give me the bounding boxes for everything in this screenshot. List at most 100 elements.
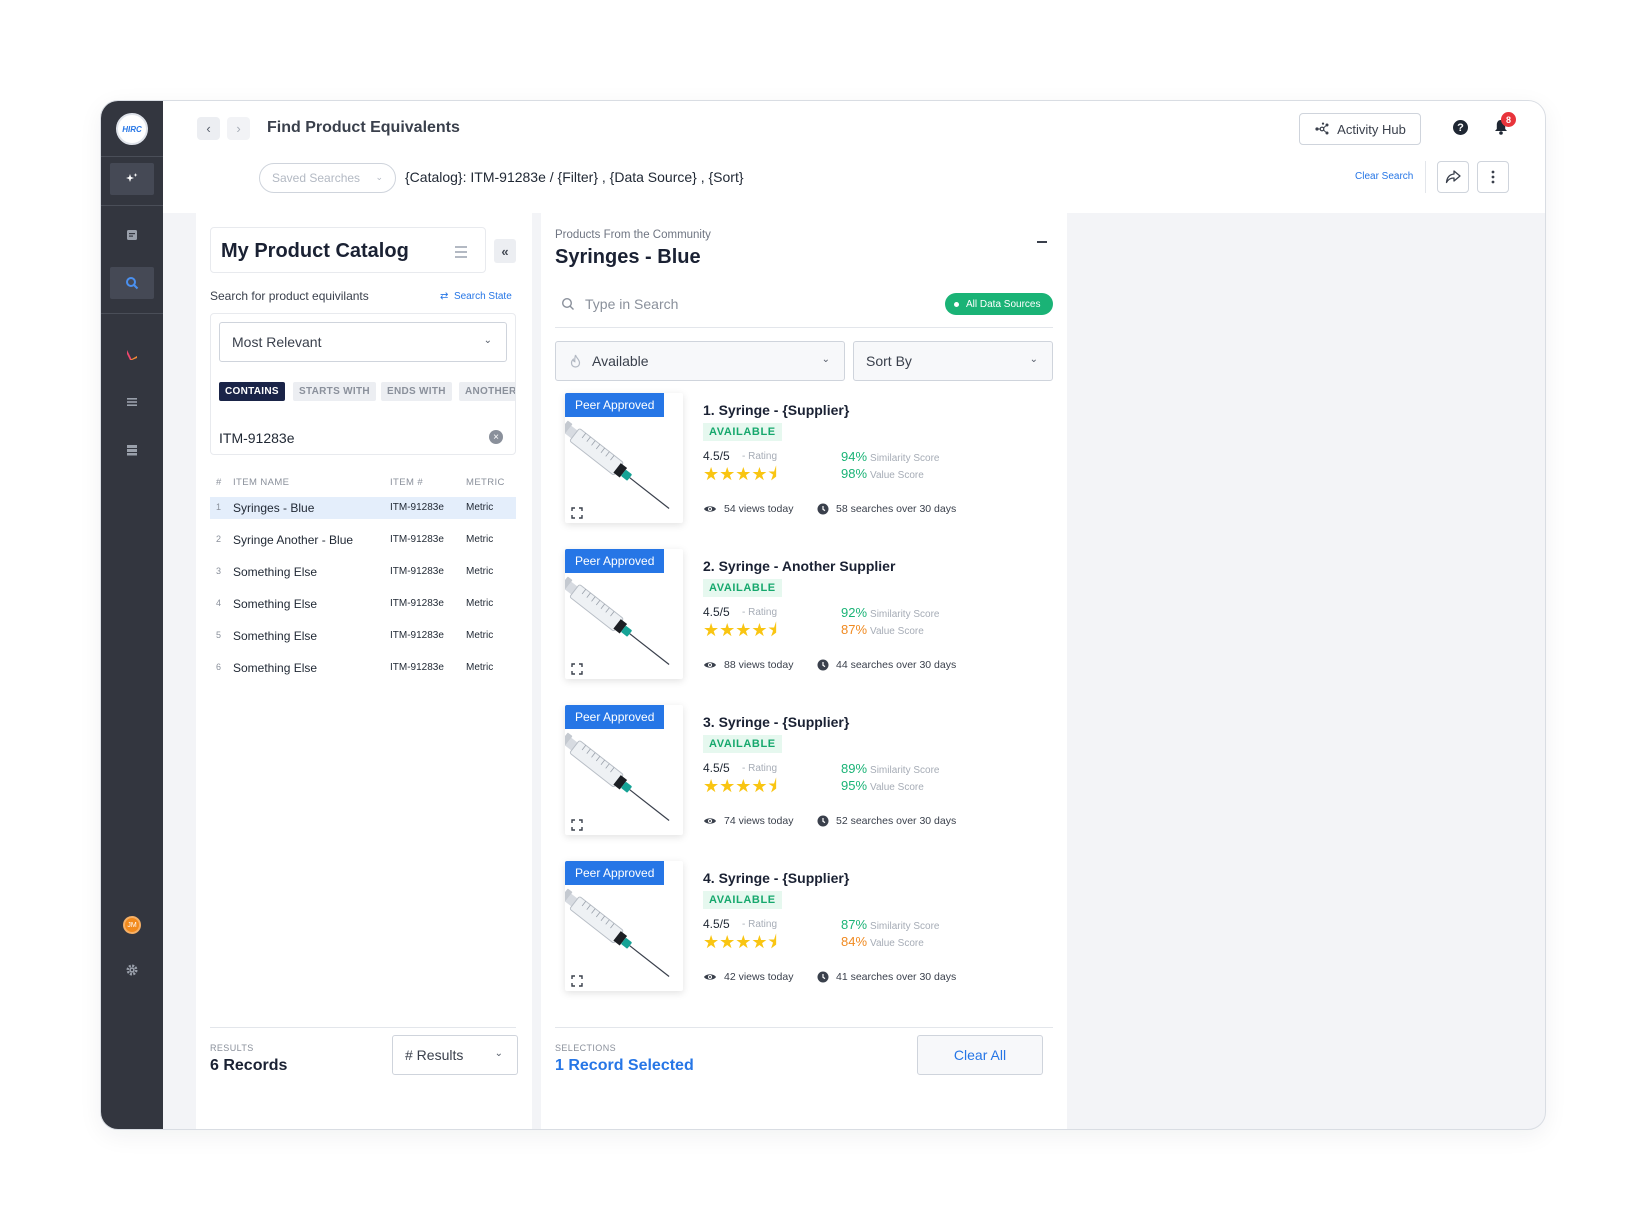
table-row[interactable]: 3 Something Else ITM-91283e Metric <box>210 561 516 583</box>
filter-input[interactable]: ITM-91283e <box>219 430 294 446</box>
filter-box: Most Relevant ⌄ CONTAINS STARTS WITH END… <box>210 313 516 455</box>
menu-icon[interactable] <box>455 246 467 261</box>
search-icon <box>561 297 574 310</box>
expand-icon[interactable] <box>571 819 583 831</box>
product-name[interactable]: 1. Syringe - {Supplier} <box>703 402 849 418</box>
match-chip-another[interactable]: ANOTHER <box>459 382 515 401</box>
clock-icon <box>817 503 829 515</box>
value-score-label: Value Score <box>870 782 924 793</box>
row-name: Syringes - Blue <box>233 501 315 515</box>
rating-label: - Rating <box>742 451 778 462</box>
eye-icon <box>704 506 716 512</box>
col-item-number[interactable]: ITEM # <box>390 477 423 488</box>
back-button[interactable]: ‹ <box>197 117 220 140</box>
panel-title: Syringes - Blue <box>555 246 701 268</box>
results-per-page-select[interactable]: # Results ⌄ <box>392 1035 518 1075</box>
table-header: # ITEM NAME ITEM # METRIC <box>210 477 516 491</box>
row-metric: Metric <box>466 662 494 673</box>
sidebar-item-documents[interactable] <box>110 219 154 251</box>
peer-approved-badge: Peer Approved <box>565 549 665 573</box>
search-underline <box>555 327 1053 328</box>
chevron-down-icon: ⌄ <box>1029 354 1038 365</box>
share-button[interactable] <box>1437 161 1469 193</box>
community-search-input[interactable]: Type in Search <box>585 296 678 312</box>
data-sources-badge[interactable]: All Data Sources <box>945 293 1053 315</box>
sort-value: Sort By <box>866 353 912 369</box>
col-metric[interactable]: METRIC <box>466 477 505 488</box>
searches-text: 41 searches over 30 days <box>836 971 957 983</box>
sidebar-divider <box>101 313 163 314</box>
row-item: ITM-91283e <box>390 502 444 513</box>
header-divider <box>1425 161 1426 193</box>
product-name[interactable]: 3. Syringe - {Supplier} <box>703 714 849 730</box>
sort-select[interactable]: Sort By ⌄ <box>853 341 1053 381</box>
availability-select[interactable]: Available ⌄ <box>555 341 845 381</box>
row-name: Syringe Another - Blue <box>233 533 354 547</box>
similarity-score: 89% Similarity Score <box>841 761 940 776</box>
product-name[interactable]: 2. Syringe - Another Supplier <box>703 558 895 574</box>
product-card[interactable]: Peer Approved 4. Syringe - {Supplier} AV… <box>555 861 1053 1017</box>
dot-icon <box>954 301 959 307</box>
sidebar-item-search[interactable] <box>110 267 154 299</box>
minimize-icon[interactable] <box>1037 241 1047 243</box>
match-chip-ends-with[interactable]: ENDS WITH <box>381 382 452 401</box>
search-icon <box>126 277 139 290</box>
value-score: 84% Value Score <box>841 934 924 949</box>
more-vertical-icon <box>1491 170 1495 184</box>
collapse-panel-button[interactable]: « <box>494 239 516 263</box>
database-icon <box>127 445 137 456</box>
app-logo[interactable]: HIRC <box>116 113 148 145</box>
expand-icon[interactable] <box>571 507 583 519</box>
app-window: HIRC JM ‹ › Find Product Equivalents Act… <box>100 100 1546 1130</box>
expand-icon[interactable] <box>571 663 583 675</box>
row-number: 2 <box>216 534 222 544</box>
activity-hub-button[interactable]: Activity Hub <box>1299 113 1421 145</box>
row-number: 1 <box>216 502 222 512</box>
table-row[interactable]: 2 Syringe Another - Blue ITM-91283e Metr… <box>210 529 516 551</box>
sidebar-divider <box>101 156 163 157</box>
sidebar-item-brand[interactable] <box>110 339 154 371</box>
star-rating: ★★★★⯨ <box>703 932 778 952</box>
table-row[interactable]: 4 Something Else ITM-91283e Metric <box>210 593 516 615</box>
sidebar-item-database[interactable] <box>110 434 154 466</box>
similarity-label: Similarity Score <box>870 765 940 776</box>
relevance-value: Most Relevant <box>232 334 322 350</box>
clear-input-icon[interactable]: × <box>489 430 503 444</box>
col-item-name[interactable]: ITEM NAME <box>233 477 289 488</box>
match-chip-contains[interactable]: CONTAINS <box>219 382 285 401</box>
saved-searches-dropdown[interactable]: Saved Searches ⌄ <box>259 163 396 193</box>
table-row[interactable]: 5 Something Else ITM-91283e Metric <box>210 625 516 647</box>
views-stat: 42 views today <box>703 971 793 983</box>
table-row[interactable]: 1 Syringes - Blue ITM-91283e Metric <box>210 497 516 519</box>
forward-button[interactable]: › <box>227 117 250 140</box>
sidebar-item-list[interactable] <box>110 386 154 418</box>
search-state-link[interactable]: ⇄ Search State <box>440 291 512 302</box>
clear-all-button[interactable]: Clear All <box>917 1035 1043 1075</box>
help-icon[interactable]: ? <box>1453 120 1468 135</box>
table-row[interactable]: 6 Something Else ITM-91283e Metric <box>210 657 516 679</box>
value-score-label: Value Score <box>870 938 924 949</box>
more-options-button[interactable] <box>1477 161 1509 193</box>
chevron-right-icon: › <box>236 121 241 136</box>
sidebar-item-ai[interactable] <box>110 163 154 195</box>
product-card[interactable]: Peer Approved 1. Syringe - {Supplier} AV… <box>555 393 1053 549</box>
similarity-score: 94% Similarity Score <box>841 449 940 464</box>
row-number: 3 <box>216 566 222 576</box>
chevron-left-icon: ‹ <box>206 121 211 136</box>
user-avatar[interactable]: JM <box>123 916 141 934</box>
brand-logo-icon <box>127 350 137 360</box>
clear-search-link[interactable]: Clear Search <box>1355 171 1413 182</box>
swap-icon: ⇄ <box>440 291 449 302</box>
sidebar-item-settings[interactable] <box>110 954 154 986</box>
similarity-score: 92% Similarity Score <box>841 605 940 620</box>
expand-icon[interactable] <box>571 975 583 987</box>
value-score-label: Value Score <box>870 626 924 637</box>
views-stat: 88 views today <box>703 659 793 671</box>
relevance-select[interactable]: Most Relevant ⌄ <box>219 322 507 362</box>
match-chip-starts-with[interactable]: STARTS WITH <box>293 382 376 401</box>
product-card[interactable]: Peer Approved 3. Syringe - {Supplier} AV… <box>555 705 1053 861</box>
product-card[interactable]: Peer Approved 2. Syringe - Another Suppl… <box>555 549 1053 705</box>
star-rating: ★★★★⯨ <box>703 464 778 484</box>
views-text: 42 views today <box>724 971 794 983</box>
product-name[interactable]: 4. Syringe - {Supplier} <box>703 870 849 886</box>
